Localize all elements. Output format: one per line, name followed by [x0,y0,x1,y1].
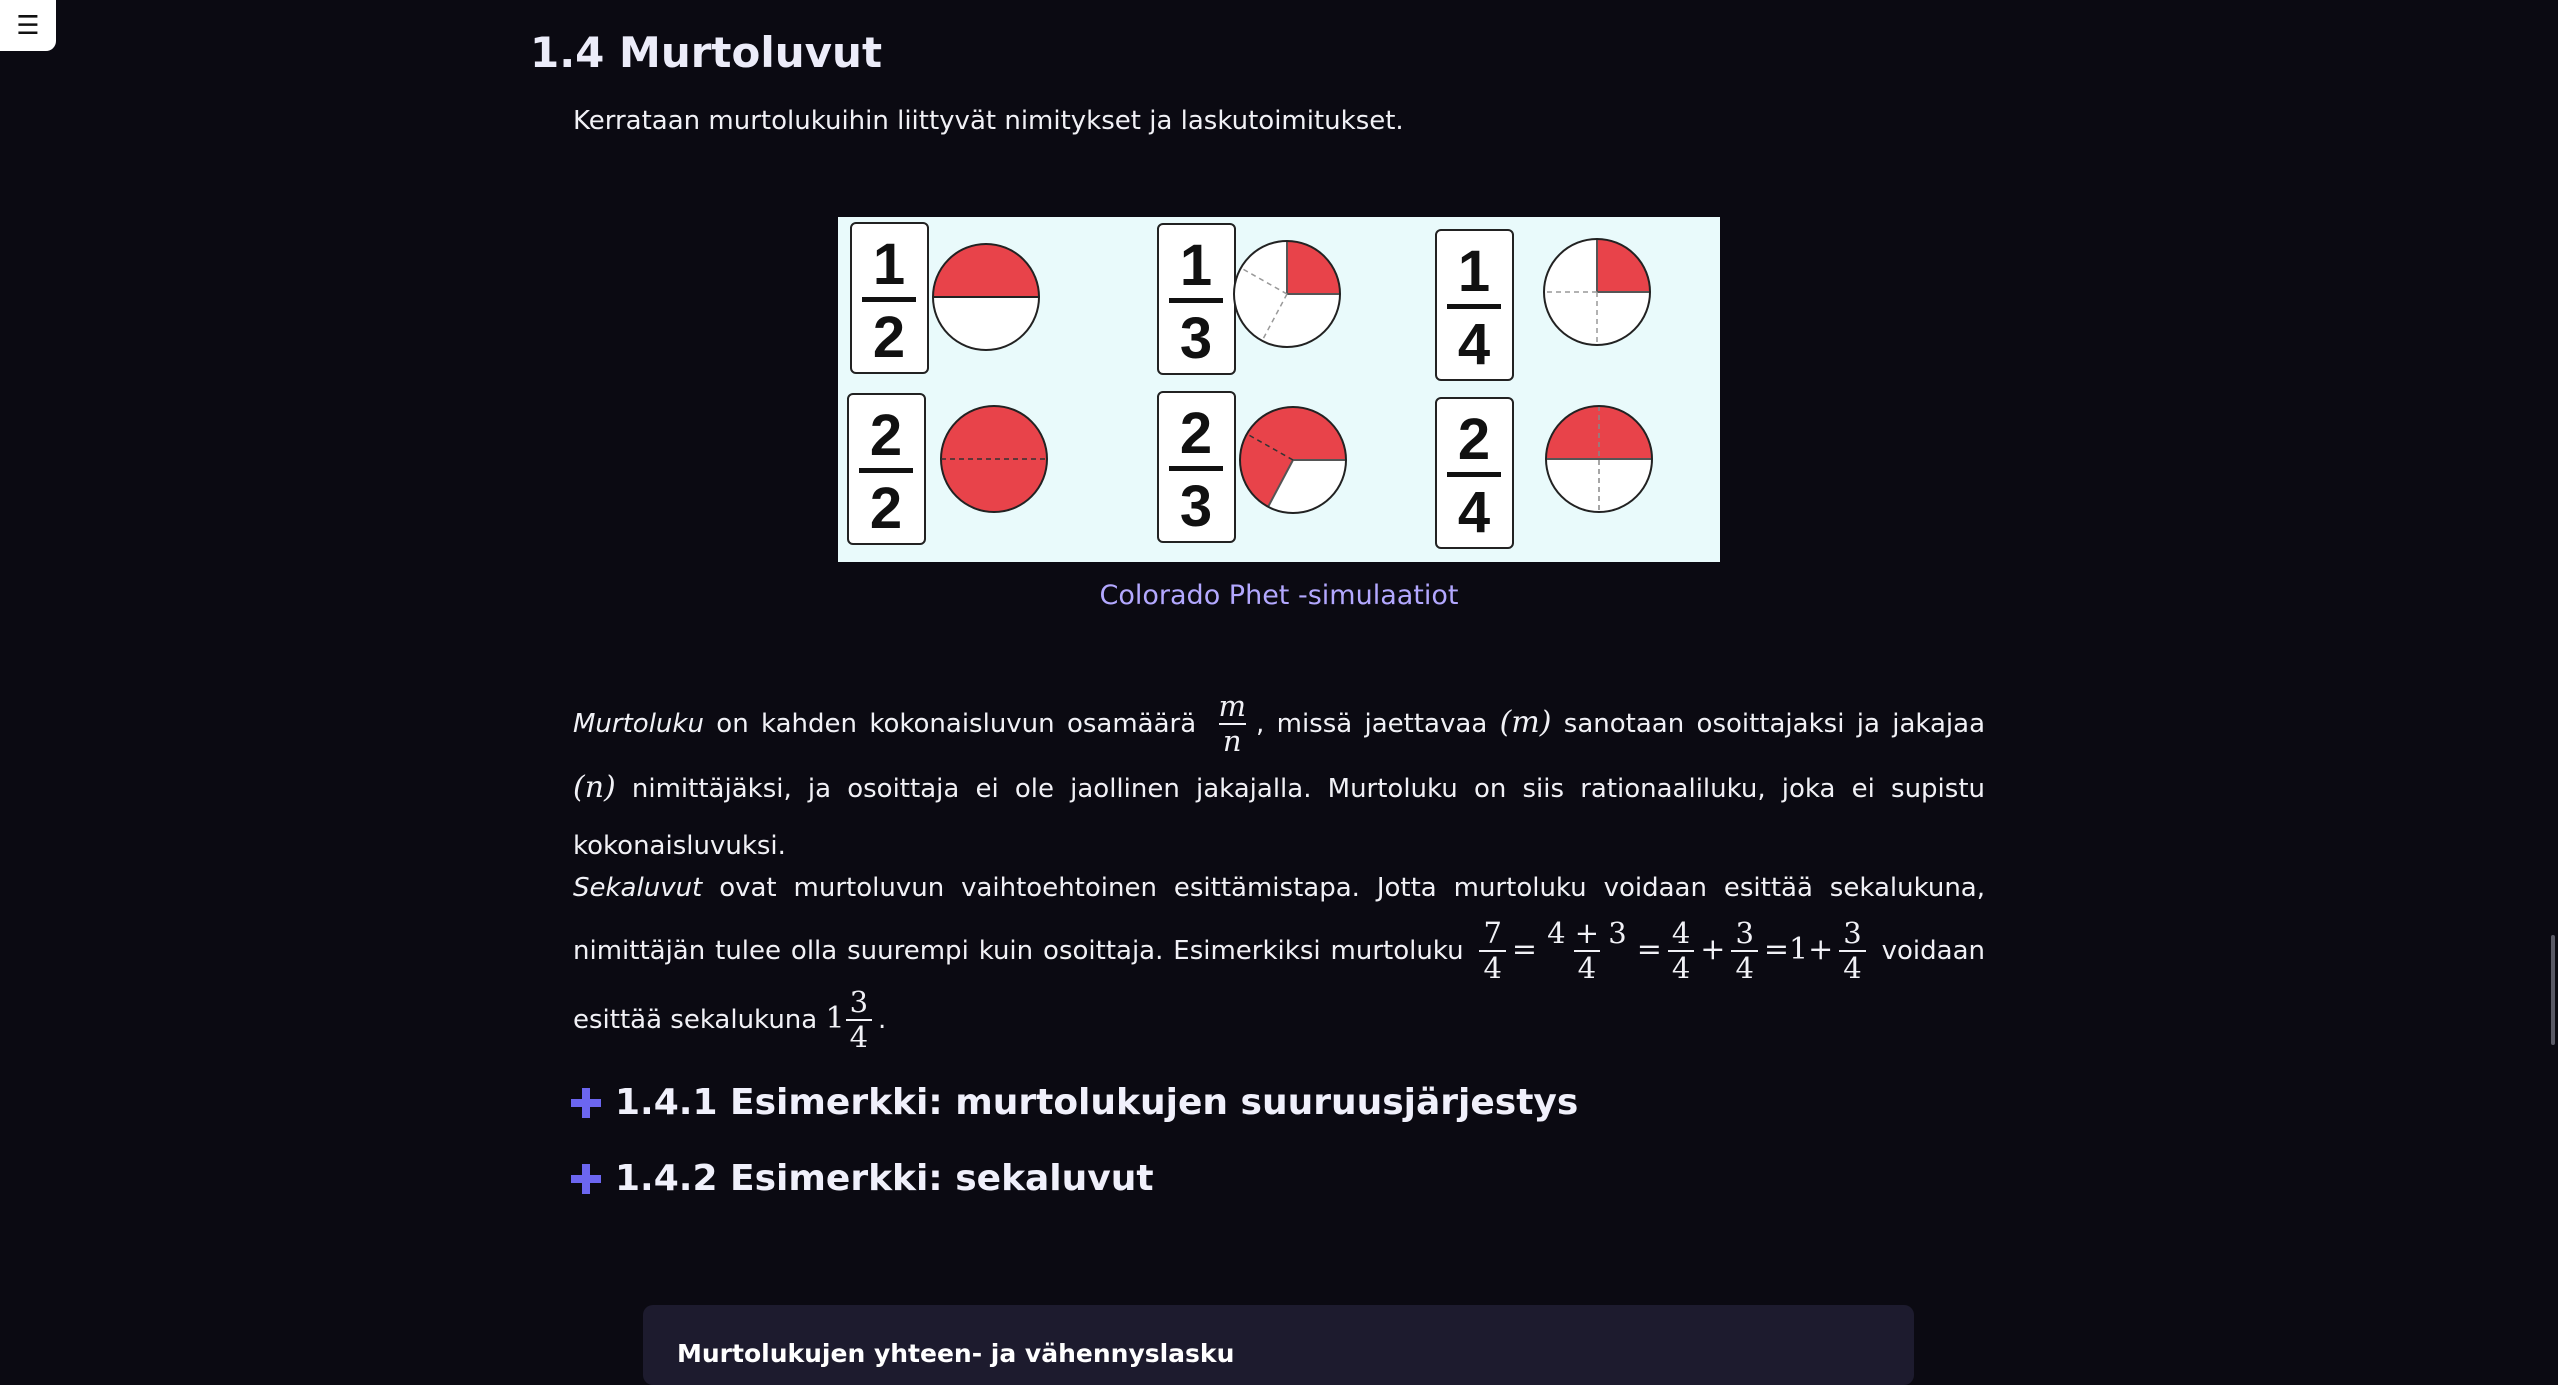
card-denominator: 2 [873,305,905,370]
fraction-card-1-3: 1 3 [1157,223,1236,375]
svg-text:2: 2 [1458,407,1490,472]
content-card: Murtolukujen yhteen- ja vähennyslasku [643,1305,1914,1385]
paragraph-murtoluku: Murtoluku on kahden kokonaisluvun osamää… [573,689,1986,861]
page-title: 1.4 Murtoluvut [530,28,883,77]
hamburger-icon: ☰ [16,10,40,41]
example-heading: 1.4.1 Esimerkki: murtolukujen suuruusjär… [615,1082,1579,1123]
fraction-card-1-4: 1 4 [1435,229,1514,381]
svg-text:2: 2 [1180,401,1212,466]
fraction-3-4: 34 [1731,916,1758,986]
mixed-fraction: 34 [845,985,873,1055]
svg-text:3: 3 [1180,474,1212,539]
card-numerator: 1 [873,232,905,297]
fraction-card-2-4: 2 4 [1435,397,1514,549]
plus-icon [571,1163,601,1194]
pie-2-4 [1545,405,1653,513]
mixed-whole: 1 [825,1000,845,1036]
figure-caption: Colorado Phet -simulaatiot [1099,580,1459,611]
svg-text:2: 2 [870,476,902,541]
fractions-illustration: 1 2 1 3 1 4 2 2 2 3 2 4 [847,222,1653,549]
menu-button[interactable]: ☰ [0,0,56,51]
fraction-4-4: 44 [1667,916,1695,986]
fraction-4plus3-4: 4 + 34 [1547,916,1627,986]
pie-1-2 [932,243,1040,351]
svg-text:3: 3 [1180,306,1212,371]
math-n: (n) [573,769,616,805]
example-1-4-2-toggle[interactable]: 1.4.2 Esimerkki: sekaluvut [571,1158,1154,1199]
pie-2-3 [1239,406,1347,514]
paragraph-sekaluvut: Sekaluvut ovat murtoluvun vaihtoehtoinen… [573,873,1986,1055]
pie-1-3 [1233,240,1341,348]
svg-text:4: 4 [1458,312,1490,377]
pie-1-4 [1543,238,1651,346]
term-sekaluvut: Sekaluvut [573,873,703,903]
example-heading: 1.4.2 Esimerkki: sekaluvut [615,1158,1154,1199]
card-title: Murtolukujen yhteen- ja vähennyslasku [677,1339,1235,1368]
svg-text:1: 1 [1180,233,1212,298]
svg-text:4: 4 [1458,480,1490,545]
fraction-card-2-2: 2 2 [847,393,926,545]
pie-2-2 [940,405,1048,513]
math-m: (m) [1499,704,1552,740]
fraction-m-over-n: mn [1218,689,1247,759]
fraction-7-4: 74 [1479,916,1506,986]
example-1-4-1-toggle[interactable]: 1.4.1 Esimerkki: murtolukujen suuruusjär… [571,1082,1578,1123]
svg-text:2: 2 [870,403,902,468]
scrollbar[interactable] [2547,0,2558,1359]
fractions-figure: 1 2 1 3 1 4 2 2 2 3 2 4 [838,217,1720,562]
fraction-card-1-2: 1 2 [850,222,929,374]
svg-text:1: 1 [1458,239,1490,304]
term-murtoluku: Murtoluku [573,708,704,739]
intro-text: Kerrataan murtolukuihin liittyvät nimity… [573,106,1404,136]
scrollbar-thumb[interactable] [2551,935,2555,1045]
fraction-3-4-b: 34 [1839,916,1866,986]
fraction-card-2-3: 2 3 [1157,391,1236,543]
plus-icon [571,1087,601,1118]
